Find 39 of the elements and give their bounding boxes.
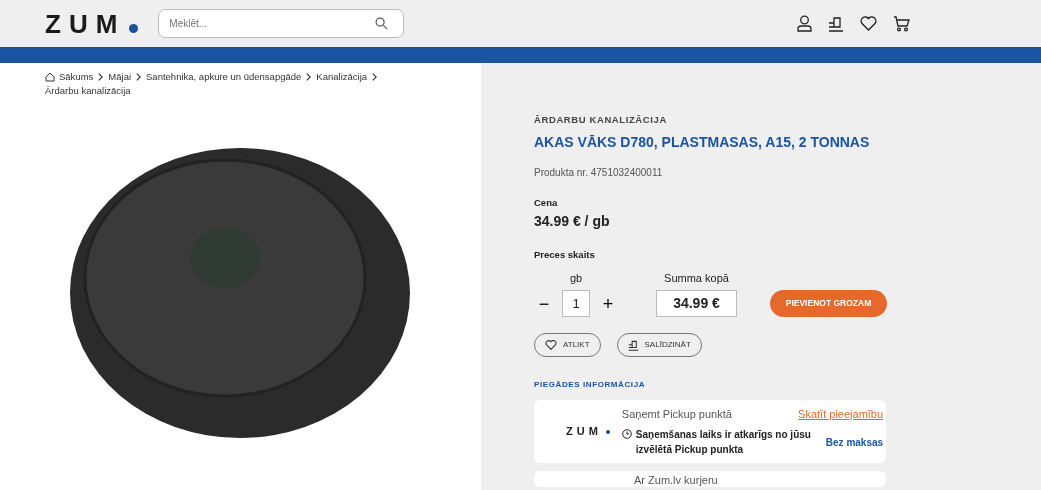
category-label: ĀRDARBU KANALIZĀCIJA	[534, 113, 668, 127]
compare-icon	[627, 339, 639, 351]
quantity-label: Preces skaits	[534, 247, 596, 262]
breadcrumb-link[interactable]: Santehnika, apkure un ūdensapgāde	[146, 71, 302, 82]
delivery-heading: PIEGĀDES INFORMĀCIJA	[534, 379, 647, 392]
heart-icon	[545, 340, 557, 351]
delivery-price: Bez maksas	[825, 435, 884, 450]
unit-label: gb	[569, 270, 583, 286]
breadcrumb-link[interactable]: Sākums	[59, 71, 94, 82]
chevron-icon	[306, 73, 312, 82]
heart-icon[interactable]	[860, 16, 878, 31]
price: 34.99 € / gb	[534, 211, 611, 231]
search-field[interactable]: Meklēt...	[158, 9, 405, 38]
total-label: Summa kopā	[664, 270, 729, 286]
delivery-option-title: Saņemt Pickup punktā	[621, 407, 732, 423]
product-title: AKAS VĀKS D780, PLASTMASAS, A15, 2 TONNAS	[534, 133, 871, 153]
zum-logo[interactable]: ZUM	[45, 10, 139, 37]
cart-icon[interactable]	[893, 15, 911, 32]
breadcrumb-link[interactable]: Mājai	[108, 71, 132, 82]
zum-logo: ZUM	[566, 424, 602, 440]
search-icon	[375, 17, 389, 30]
breadcrumb-link[interactable]: Ārdarbu kanalizācija	[45, 85, 131, 96]
chevron-icon	[98, 73, 104, 82]
user-icon[interactable]	[797, 15, 813, 32]
price-label: Cena	[534, 196, 559, 211]
product-number: 4751032400011	[590, 167, 663, 179]
chevron-icon	[136, 73, 142, 82]
breadcrumb-link[interactable]: Kanalizācija	[316, 71, 368, 82]
chevron-icon	[372, 73, 378, 82]
product-number-label: Produkta nr.	[534, 167, 588, 179]
clock-icon	[621, 428, 632, 439]
minus-button[interactable]: −	[534, 294, 554, 313]
plus-button[interactable]: +	[598, 294, 618, 313]
compare-icon[interactable]	[828, 15, 845, 32]
quantity-field[interactable]: 1	[562, 290, 590, 318]
delivery-option-title: Ar Zum.lv kurjeru	[634, 472, 718, 488]
home-icon	[45, 72, 55, 83]
total-field: 34.99 €	[656, 290, 737, 318]
pickup-time-note: Saņemšanas laiks ir atkarīgs no jūsu izvēlētā Pickup punkta	[635, 427, 812, 457]
